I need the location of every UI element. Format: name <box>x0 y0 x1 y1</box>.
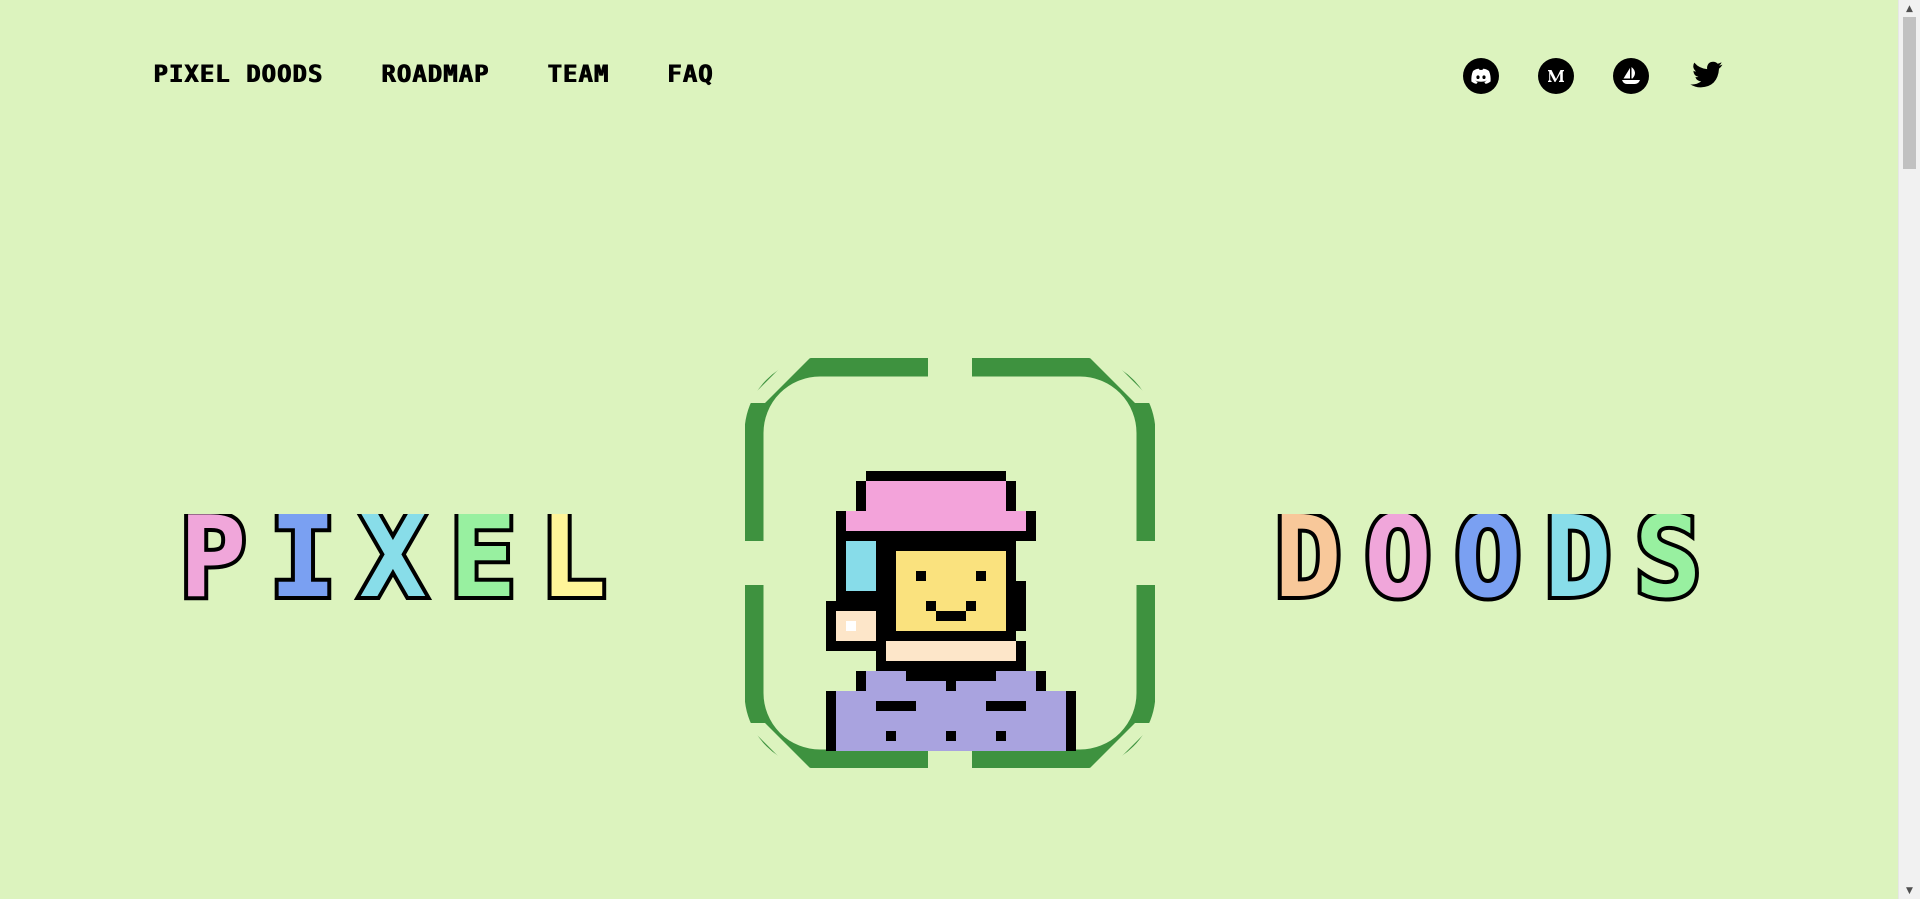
word-right-letter-0: D <box>1274 514 1341 604</box>
twitter-icon[interactable] <box>1688 58 1724 94</box>
opensea-icon[interactable] <box>1613 58 1649 94</box>
nav-faq[interactable]: FAQ <box>667 60 713 88</box>
word-right-letter-4: S <box>1634 514 1701 604</box>
word-left-letter-4: L <box>539 514 606 604</box>
social-links <box>1463 58 1724 94</box>
hero-word-doods: DD OO OO DD SS <box>1270 514 1705 604</box>
medium-icon[interactable] <box>1538 58 1574 94</box>
word-left-letter-0: P <box>179 514 246 604</box>
page: PIXEL DOODS ROADMAP TEAM FAQ P P I I X X… <box>0 0 1920 899</box>
nav-pixel-doods[interactable]: PIXEL DOODS <box>153 60 323 88</box>
discord-icon[interactable] <box>1463 58 1499 94</box>
scroll-up-arrow-icon[interactable]: ▲ <box>1899 0 1920 17</box>
hero-word-pixel: PP II XX EE LL <box>175 514 610 604</box>
nav-team[interactable]: TEAM <box>547 60 609 88</box>
word-right-letter-3: D <box>1544 514 1611 604</box>
vertical-scrollbar[interactable]: ▲ ▼ <box>1898 0 1920 899</box>
pixel-dood-avatar <box>826 471 1076 751</box>
nav-roadmap[interactable]: ROADMAP <box>381 60 489 88</box>
word-right-letter-1: O <box>1364 514 1431 604</box>
word-left-letter-1: I <box>269 514 336 604</box>
word-right-letter-2: O <box>1454 514 1521 604</box>
scroll-thumb[interactable] <box>1903 17 1916 169</box>
word-left-letter-3: E <box>449 514 516 604</box>
top-nav: PIXEL DOODS ROADMAP TEAM FAQ <box>153 60 771 88</box>
scroll-down-arrow-icon[interactable]: ▼ <box>1899 882 1920 899</box>
word-left-letter-2: X <box>359 514 426 604</box>
